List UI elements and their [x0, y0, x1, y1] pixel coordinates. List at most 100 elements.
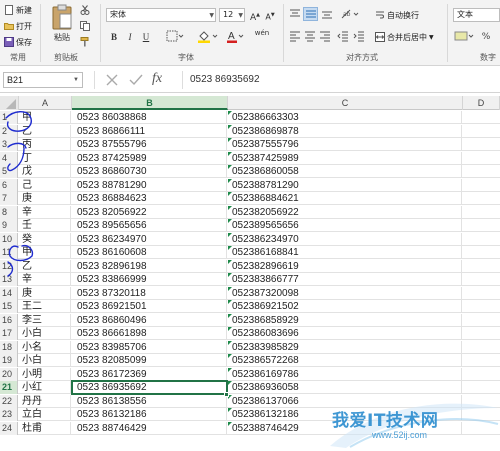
cell-a[interactable]: 乙: [19, 124, 71, 138]
cell-d[interactable]: [463, 219, 500, 232]
row-header[interactable]: 12: [0, 259, 18, 273]
confirm-entry-button[interactable]: [128, 72, 144, 88]
cell-b[interactable]: 0523 87320118: [72, 286, 227, 300]
cell-b[interactable]: 0523 88781290: [72, 178, 227, 192]
row-header[interactable]: 21: [0, 381, 18, 394]
open-button[interactable]: 打开: [4, 20, 32, 32]
cell-c[interactable]: 052386663303: [228, 111, 462, 124]
cell-d[interactable]: [463, 368, 500, 381]
cell-a[interactable]: 辛: [19, 273, 71, 286]
cut-button[interactable]: [80, 4, 90, 16]
fill-handle[interactable]: [224, 392, 229, 397]
cell-c[interactable]: 052386921502: [228, 300, 462, 313]
align-bottom-button[interactable]: [320, 8, 334, 22]
cell-b[interactable]: 0523 82085099: [72, 354, 227, 367]
align-center-button[interactable]: [303, 30, 317, 44]
cell-d[interactable]: [463, 341, 500, 354]
cell-b[interactable]: 0523 86860730: [72, 165, 227, 178]
column-header-d[interactable]: D: [463, 96, 500, 110]
row-header[interactable]: 16: [0, 313, 18, 327]
cell-d[interactable]: [463, 408, 500, 421]
copy-button[interactable]: [80, 20, 90, 32]
cell-d[interactable]: [463, 260, 500, 273]
cell-b[interactable]: 0523 86234970: [72, 232, 227, 246]
paste-button[interactable]: 粘贴: [48, 4, 76, 48]
cell-c[interactable]: 052382896619: [228, 259, 462, 273]
cell-c[interactable]: 052382056922: [228, 205, 462, 219]
row-header[interactable]: 19: [0, 354, 18, 367]
row-header[interactable]: 22: [0, 394, 18, 408]
align-left-button[interactable]: [288, 30, 302, 44]
row-header[interactable]: 18: [0, 340, 18, 354]
cell-d[interactable]: [463, 273, 500, 286]
cancel-entry-button[interactable]: [104, 72, 120, 88]
cell-a[interactable]: 癸: [19, 232, 71, 246]
cell-d[interactable]: [463, 138, 500, 151]
cell-a[interactable]: 立白: [19, 408, 71, 421]
cell-c[interactable]: 052383866777: [228, 273, 462, 286]
cell-c[interactable]: 052386869878: [228, 124, 462, 138]
cell-a[interactable]: 李三: [19, 313, 71, 327]
row-header[interactable]: 10: [0, 232, 18, 246]
font-size-select[interactable]: 12 ▼: [219, 8, 245, 22]
cell-a[interactable]: 庚: [19, 286, 71, 300]
cell-c[interactable]: 052386884621: [228, 192, 462, 205]
row-header[interactable]: 17: [0, 327, 18, 340]
cell-b[interactable]: 0523 87555796: [72, 138, 227, 151]
cell-d[interactable]: [463, 314, 500, 327]
cell-a[interactable]: 己: [19, 178, 71, 192]
underline-button[interactable]: U: [140, 30, 152, 44]
insert-function-button[interactable]: fx: [152, 69, 174, 89]
row-header[interactable]: 9: [0, 219, 18, 232]
cell-d[interactable]: [463, 246, 500, 259]
cell-c[interactable]: 052383985829: [228, 340, 462, 354]
cell-c[interactable]: 052386936058: [228, 381, 462, 394]
increase-indent-button[interactable]: [352, 30, 366, 44]
row-header[interactable]: 2: [0, 124, 18, 138]
cell-b[interactable]: 0523 89565656: [72, 219, 227, 232]
cell-b[interactable]: 0523 86921501: [72, 300, 227, 313]
cell-d[interactable]: [463, 111, 500, 124]
cell-a[interactable]: 小白: [19, 354, 71, 367]
cell-b[interactable]: 0523 86661898: [72, 327, 227, 340]
cell-c[interactable]: 052386169786: [228, 367, 462, 381]
row-header[interactable]: 8: [0, 205, 18, 219]
currency-button[interactable]: [453, 30, 477, 44]
cell-b[interactable]: 0523 86160608: [72, 246, 227, 259]
cell-d[interactable]: [463, 422, 500, 435]
italic-button[interactable]: I: [124, 30, 136, 44]
cell-c[interactable]: 052386234970: [228, 232, 462, 246]
row-header[interactable]: 5: [0, 165, 18, 178]
row-header[interactable]: 7: [0, 192, 18, 205]
cell-a[interactable]: 王二: [19, 300, 71, 313]
cell-a[interactable]: 甲: [19, 246, 71, 259]
row-header[interactable]: 24: [0, 421, 18, 435]
cell-a[interactable]: 小名: [19, 340, 71, 354]
font-name-select[interactable]: 宋体 ▼: [106, 8, 216, 22]
align-right-button[interactable]: [318, 30, 332, 44]
save-button[interactable]: 保存: [4, 36, 32, 48]
cell-b[interactable]: 0523 86884623: [72, 192, 227, 205]
cell-c[interactable]: 052387555796: [228, 138, 462, 151]
cell-a[interactable]: 丁: [19, 151, 71, 165]
row-header[interactable]: 6: [0, 178, 18, 192]
cell-d[interactable]: [463, 381, 500, 394]
cell-d[interactable]: [463, 206, 500, 219]
cell-d[interactable]: [463, 300, 500, 313]
column-header-b[interactable]: B: [72, 96, 228, 110]
cell-c[interactable]: 052389565656: [228, 219, 462, 232]
cell-c[interactable]: 052386858929: [228, 313, 462, 327]
cell-a[interactable]: 丹丹: [19, 394, 71, 408]
cell-b[interactable]: 0523 86038868: [72, 111, 227, 124]
cell-a[interactable]: 庚: [19, 192, 71, 205]
row-header[interactable]: 1: [0, 111, 18, 124]
column-header-c[interactable]: C: [228, 96, 463, 110]
bold-button[interactable]: B: [108, 30, 120, 44]
cell-a[interactable]: 小红: [19, 381, 71, 394]
cell-a[interactable]: 壬: [19, 219, 71, 232]
cell-b[interactable]: 0523 82896198: [72, 259, 227, 273]
phonetic-button[interactable]: wén: [252, 29, 272, 43]
row-header[interactable]: 4: [0, 151, 18, 165]
cell-c[interactable]: 052388781290: [228, 178, 462, 192]
row-header[interactable]: 15: [0, 300, 18, 313]
